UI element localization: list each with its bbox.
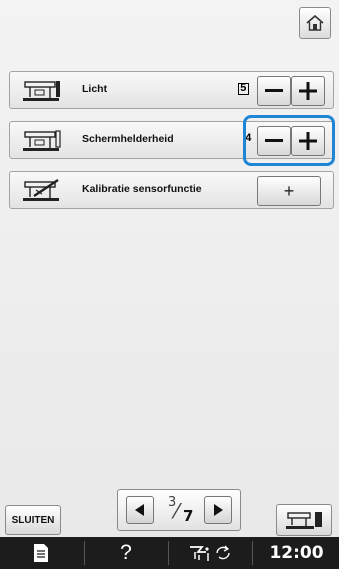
sensor-pen-machine-icon <box>23 179 59 201</box>
setting-value: 5 <box>238 83 249 95</box>
status-indicator <box>170 537 250 569</box>
home-button[interactable] <box>299 7 331 39</box>
taskbar-divider <box>168 541 169 565</box>
clock-time: 12:00 <box>269 543 324 563</box>
sewing-machine-screen-icon <box>23 130 61 151</box>
calibrate-button-label: + <box>283 180 295 201</box>
focus-highlight <box>243 115 335 166</box>
manual-button[interactable] <box>0 537 82 569</box>
settings-screen: Licht 5 Schermhelderheid 4 Kalibratie se… <box>0 0 339 537</box>
plus-icon <box>299 82 317 100</box>
page-navigator: 3 ⁄ 7 <box>117 489 241 531</box>
presser-foot-rotate-icon <box>190 545 230 561</box>
setting-label: Kalibratie sensorfunctie <box>82 183 202 195</box>
setting-label: Licht <box>82 83 108 95</box>
increase-button[interactable] <box>291 76 325 106</box>
decrease-button[interactable] <box>257 76 291 106</box>
clock: 12:00 <box>254 537 339 569</box>
document-icon <box>34 544 48 562</box>
help-button[interactable]: ? <box>86 537 166 569</box>
machine-mode-button[interactable] <box>276 504 332 536</box>
calibrate-button[interactable]: + <box>257 176 321 206</box>
page-indicator: 3 ⁄ 7 <box>163 494 197 528</box>
setting-row-light: Licht 5 <box>9 71 334 109</box>
taskbar-divider <box>84 541 85 565</box>
minus-icon <box>265 89 283 92</box>
close-button[interactable]: SLUITEN <box>5 505 61 535</box>
machine-mode-icon <box>286 512 322 529</box>
setting-row-sensor-calibration: Kalibratie sensorfunctie + <box>9 171 334 209</box>
page-total: 7 <box>183 507 194 525</box>
arrow-right-icon <box>214 504 223 516</box>
taskbar: ? 12:00 <box>0 537 339 569</box>
previous-page-button[interactable] <box>126 496 154 524</box>
home-icon <box>306 15 324 31</box>
arrow-left-icon <box>135 504 144 516</box>
taskbar-divider <box>252 541 253 565</box>
setting-label: Schermhelderheid <box>82 133 174 145</box>
page-slash: ⁄ <box>175 499 179 523</box>
sewing-machine-light-icon <box>23 81 60 101</box>
next-page-button[interactable] <box>204 496 232 524</box>
help-label: ? <box>120 541 132 564</box>
